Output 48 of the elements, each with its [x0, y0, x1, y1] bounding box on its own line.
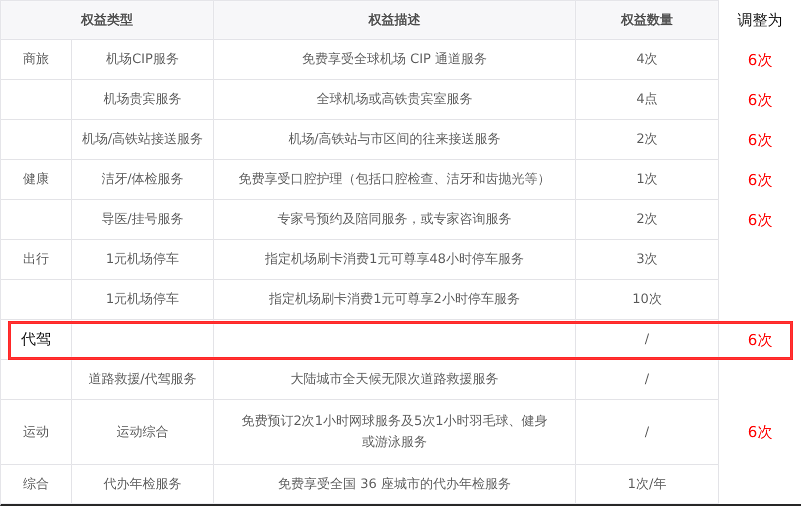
category-label: 综合 [23, 476, 49, 494]
benefit-quantity: 4次 [636, 51, 658, 69]
benefit-name: 代办年检服务 [104, 476, 182, 494]
benefit-name: 洁牙/体检服务 [101, 171, 184, 189]
column-header: 权益类型 [81, 12, 133, 30]
adjusted-quantity: 6次 [748, 170, 772, 190]
benefit-name: 机场/高铁站接送服务 [82, 131, 204, 149]
benefit-description: 指定机场刷卡消费1元可尊享2小时停车服务 [269, 291, 520, 309]
benefit-name: 道路救援/代驾服务 [88, 371, 197, 389]
benefit-name: 1元机场停车 [106, 291, 180, 309]
benefit-description: 免费预订2次1小时网球服务及5次1小时羽毛球、健身或游泳服务 [240, 413, 549, 452]
benefit-name: 机场贵宾服务 [104, 91, 182, 109]
adjusted-quantity: 6次 [748, 130, 772, 150]
benefit-quantity: 2次 [636, 211, 658, 229]
benefit-description: 机场/高铁站与市区间的往来接送服务 [288, 131, 501, 149]
benefit-description: 免费享受全国 36 座城市的代办年检服务 [278, 476, 511, 494]
benefit-description: 免费享受口腔护理（包括口腔检查、洁牙和齿抛光等） [238, 171, 550, 189]
category-label: 代驾 [21, 329, 51, 350]
benefit-description: 指定机场刷卡消费1元可尊享48小时停车服务 [265, 251, 524, 269]
benefit-name: 机场CIP服务 [106, 51, 179, 69]
adjusted-quantity: 6次 [748, 50, 772, 70]
benefit-quantity: / [644, 424, 650, 442]
adjusted-quantity: 6次 [748, 90, 772, 110]
benefit-quantity: / [644, 331, 650, 349]
benefit-name: 1元机场停车 [106, 251, 180, 269]
category-label: 商旅 [23, 51, 49, 69]
column-header: 权益数量 [621, 12, 673, 30]
benefit-description: 大陆城市全天候无限次道路救援服务 [290, 371, 498, 389]
benefit-quantity: / [644, 371, 650, 389]
benefit-quantity: 1次/年 [628, 476, 666, 494]
category-label: 出行 [23, 251, 49, 269]
column-header: 权益描述 [368, 12, 420, 30]
benefit-description: 专家号预约及陪同服务，或专家咨询服务 [278, 211, 512, 229]
category-label: 健康 [23, 171, 49, 189]
category-label: 运动 [23, 424, 49, 442]
benefit-quantity: 10次 [632, 291, 662, 309]
benefit-quantity: 2次 [636, 131, 658, 149]
benefit-name: 导医/挂号服务 [101, 211, 184, 229]
benefit-quantity: 3次 [636, 251, 658, 269]
benefit-description: 全球机场或高铁贵宾室服务 [316, 91, 472, 109]
adjusted-quantity: 6次 [748, 330, 772, 350]
column-header: 调整为 [738, 10, 782, 31]
benefit-quantity: 4点 [636, 91, 658, 109]
benefit-name: 运动综合 [116, 424, 168, 442]
adjusted-quantity: 6次 [748, 210, 772, 230]
adjusted-quantity: 6次 [748, 422, 772, 443]
benefit-quantity: 1次 [636, 171, 658, 189]
benefit-description: 免费享受全球机场 CIP 通道服务 [302, 51, 487, 69]
